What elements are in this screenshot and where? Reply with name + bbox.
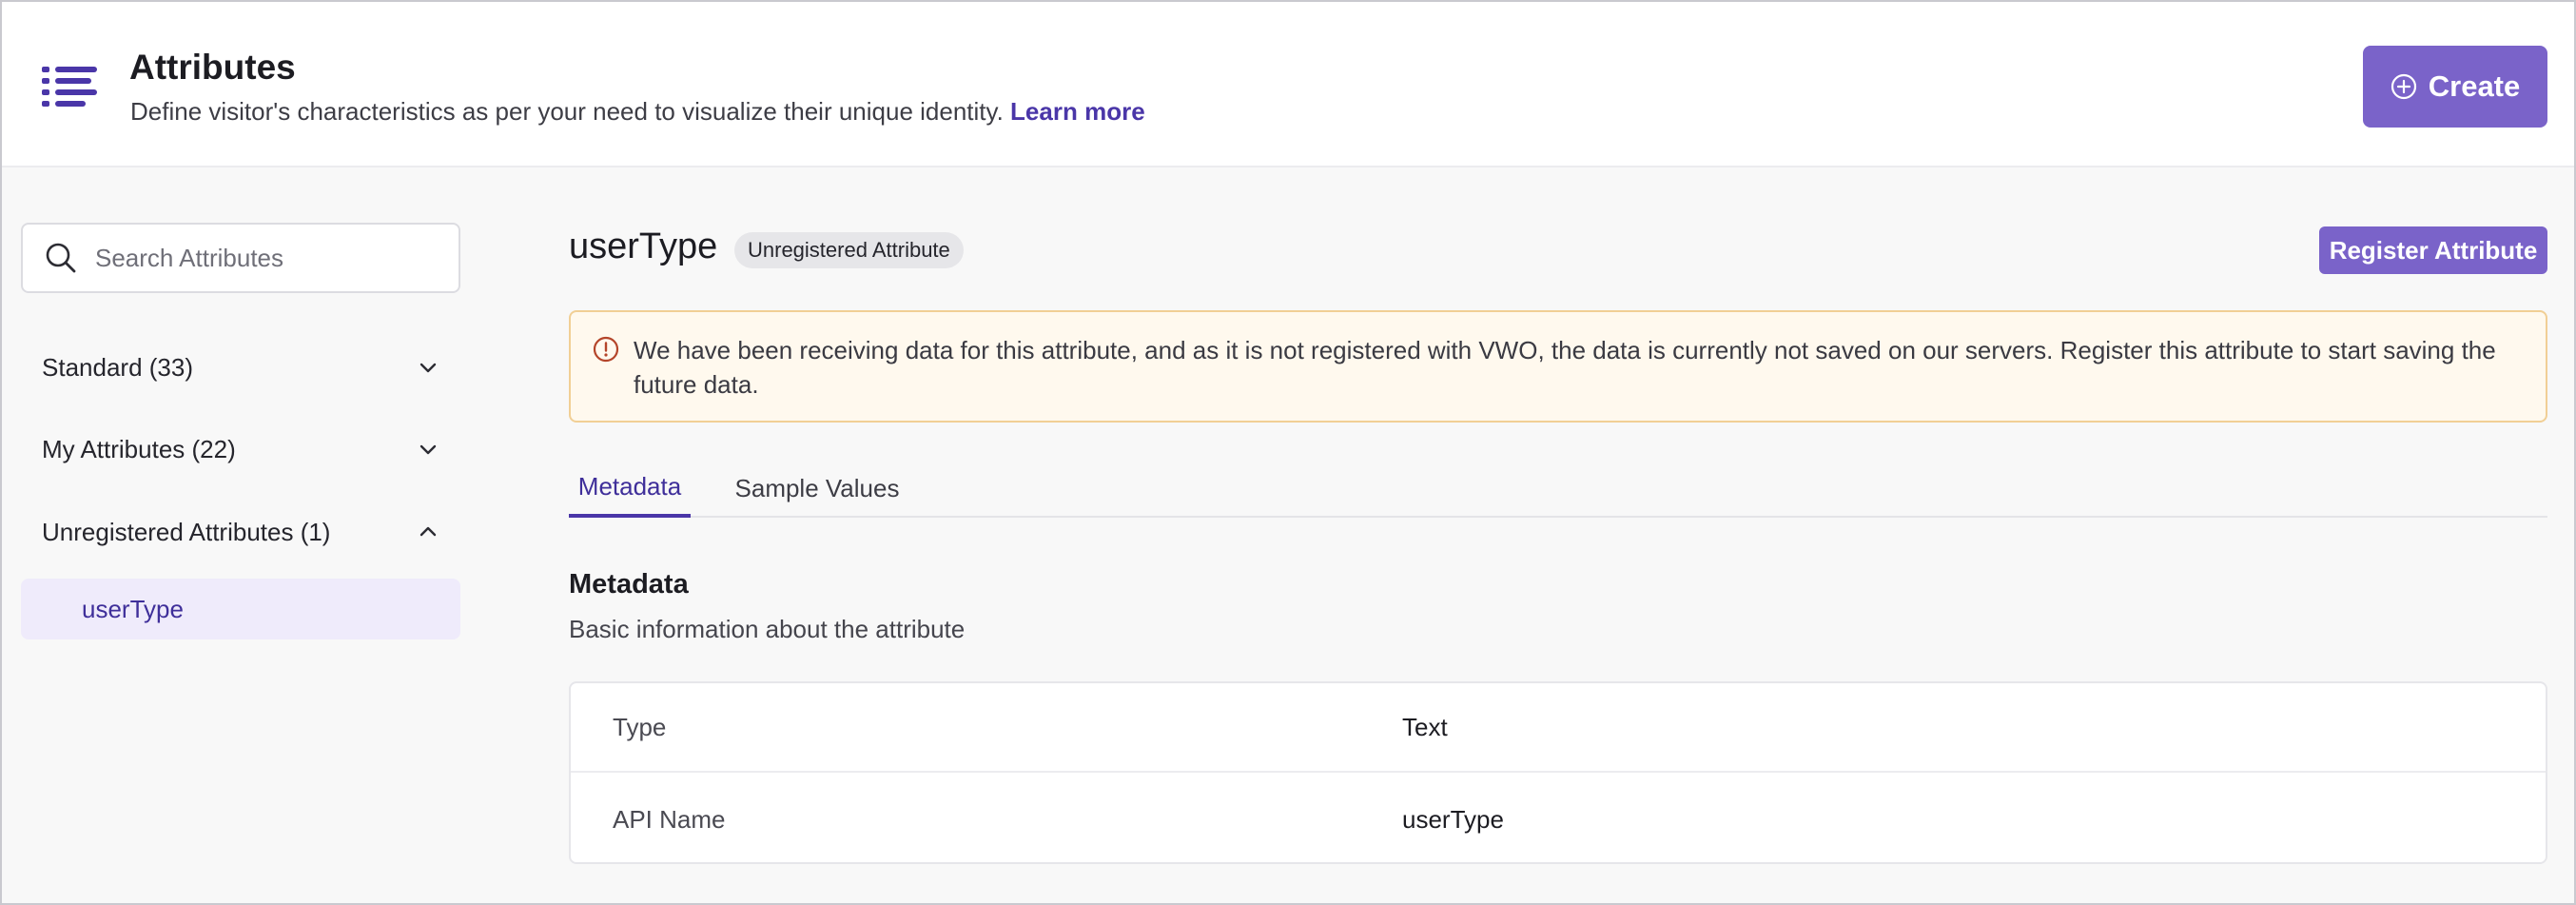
page-title: Attributes [129,48,296,87]
sidebar-group-my-attributes[interactable]: My Attributes (22) [21,421,460,478]
register-attribute-button[interactable]: Register Attribute [2319,226,2547,274]
metadata-key: API Name [613,804,726,834]
app-frame: Attributes Define visitor's characterist… [0,0,2576,905]
table-row: API Name userType [571,775,2546,862]
alert-circle-icon [593,336,619,363]
create-button-label: Create [2428,69,2521,103]
page-header: Attributes Define visitor's characterist… [2,2,2574,167]
section-title: Metadata [569,569,689,600]
chevron-down-icon [420,444,437,455]
page-subtitle-text: Define visitor's characteristics as per … [130,97,1004,126]
search-icon [46,243,76,273]
chevron-up-icon [420,526,437,537]
metadata-table: Type Text API Name userType [569,681,2547,864]
tab-sample-values[interactable]: Sample Values [727,459,907,518]
tab-metadata[interactable]: Metadata [569,459,691,518]
status-badge: Unregistered Attribute [734,232,964,268]
sidebar-group-label: My Attributes (22) [42,434,236,463]
sidebar-item-usertype[interactable]: userType [21,579,460,639]
sidebar-group-label: Unregistered Attributes (1) [42,517,331,546]
sidebar-group-standard[interactable]: Standard (33) [21,339,460,396]
alert-message: We have been receiving data for this att… [634,336,2496,399]
chevron-down-icon [420,363,437,373]
list-icon [42,67,97,107]
search-input[interactable] [95,243,438,273]
metadata-value: Text [1402,712,1448,741]
plus-circle-icon [2391,73,2416,100]
section-subtitle: Basic information about the attribute [569,615,966,643]
metadata-value: userType [1402,804,1504,834]
search-box[interactable] [21,223,460,293]
create-button[interactable]: Create [2363,46,2547,128]
attribute-tabs: Metadata Sample Values [569,459,2547,518]
learn-more-link[interactable]: Learn more [1010,97,1145,126]
metadata-key: Type [613,712,667,741]
table-row: Type Text [571,683,2546,773]
warning-alert: We have been receiving data for this att… [569,310,2547,423]
sidebar-group-unregistered[interactable]: Unregistered Attributes (1) [21,503,460,561]
page-subtitle: Define visitor's characteristics as per … [130,97,1145,127]
attribute-name: userType [569,226,718,266]
sidebar-item-label: userType [82,594,184,623]
sidebar-group-label: Standard (33) [42,352,193,382]
